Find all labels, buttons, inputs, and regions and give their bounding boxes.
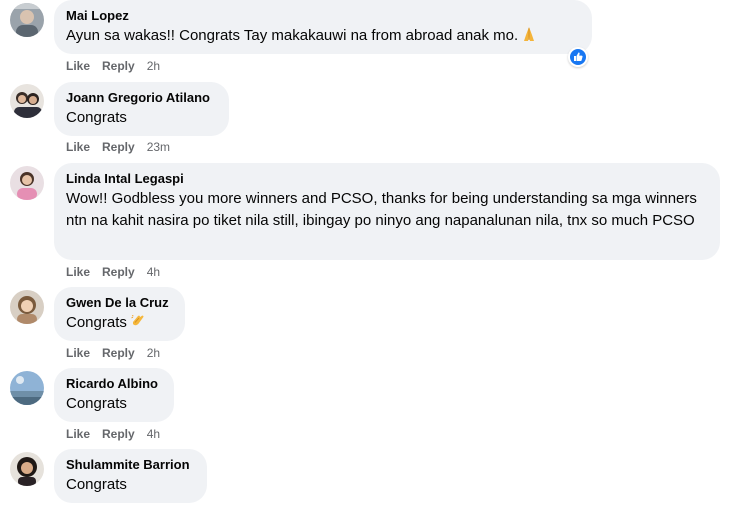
avatar[interactable]: [10, 166, 44, 200]
comment-text: Ayun sa wakas!! Congrats Tay makakauwi n…: [66, 25, 580, 48]
comment-ricardo-albino: Ricardo Albino Congrats Like Reply 4h: [0, 368, 750, 448]
comment-author[interactable]: Mai Lopez: [66, 7, 580, 24]
comment-text-content: Congrats: [66, 314, 127, 331]
comment-bubble: Linda Intal Legaspi Wow!! Godbless you m…: [54, 163, 720, 260]
comment-text-content: Ayun sa wakas!! Congrats Tay makakauwi n…: [66, 27, 519, 44]
comment-gwen-de-la-cruz: Gwen De la Cruz Congrats Like Reply 2h: [0, 287, 750, 367]
comment-actions: Like Reply 4h: [66, 426, 160, 442]
comment-text: Congrats: [66, 395, 127, 412]
comment-timestamp[interactable]: 2h: [147, 346, 160, 360]
comment-shulammite-barrion: Shulammite Barrion Congrats: [0, 449, 750, 509]
comment-text: Congrats: [66, 109, 127, 126]
comment-linda-intal-legaspi: Linda Intal Legaspi Wow!! Godbless you m…: [0, 163, 750, 283]
reply-button[interactable]: Reply: [102, 265, 135, 279]
like-button[interactable]: Like: [66, 265, 90, 279]
reply-button[interactable]: Reply: [102, 140, 135, 154]
clapping-hands-icon: [130, 313, 146, 335]
reply-button[interactable]: Reply: [102, 59, 135, 73]
comment-actions: Like Reply 4h: [66, 264, 160, 280]
folded-hands-icon: [521, 26, 537, 48]
comment-bubble: Shulammite Barrion Congrats: [54, 449, 207, 503]
comment-timestamp[interactable]: 4h: [147, 427, 160, 441]
reply-button[interactable]: Reply: [102, 346, 135, 360]
comment-author[interactable]: Shulammite Barrion: [66, 456, 195, 473]
comment-timestamp[interactable]: 23m: [147, 140, 170, 154]
like-button[interactable]: Like: [66, 346, 90, 360]
comment-bubble: Joann Gregorio Atilano Congrats: [54, 82, 229, 136]
comment-bubble: Ricardo Albino Congrats: [54, 368, 174, 422]
avatar[interactable]: [10, 371, 44, 405]
like-button[interactable]: Like: [66, 427, 90, 441]
like-button[interactable]: Like: [66, 140, 90, 154]
comment-actions: Like Reply 2h: [66, 345, 160, 361]
avatar[interactable]: [10, 84, 44, 118]
avatar[interactable]: [10, 452, 44, 486]
comment-bubble: Gwen De la Cruz Congrats: [54, 287, 185, 341]
comment-author[interactable]: Gwen De la Cruz: [66, 294, 173, 311]
like-reaction-icon[interactable]: [568, 47, 588, 67]
comment-bubble: Mai Lopez Ayun sa wakas!! Congrats Tay m…: [54, 0, 592, 54]
avatar[interactable]: [10, 290, 44, 324]
reply-button[interactable]: Reply: [102, 427, 135, 441]
comment-timestamp[interactable]: 2h: [147, 59, 160, 73]
comment-timestamp[interactable]: 4h: [147, 265, 160, 279]
comment-text: Congrats: [66, 312, 173, 335]
like-button[interactable]: Like: [66, 59, 90, 73]
comment-text: Congrats: [66, 476, 127, 493]
avatar[interactable]: [10, 3, 44, 37]
comment-author[interactable]: Ricardo Albino: [66, 375, 162, 392]
comment-actions: Like Reply 2h: [66, 58, 160, 74]
comment-actions: Like Reply 23m: [66, 139, 170, 155]
comment-text: Wow!! Godbless you more winners and PCSO…: [66, 190, 697, 229]
comment-author[interactable]: Joann Gregorio Atilano: [66, 89, 217, 106]
comment-joann-gregorio-atilano: Joann Gregorio Atilano Congrats Like Repl…: [0, 82, 750, 162]
comment-author[interactable]: Linda Intal Legaspi: [66, 170, 708, 187]
comment-mai-lopez: Mai Lopez Ayun sa wakas!! Congrats Tay m…: [0, 0, 750, 80]
